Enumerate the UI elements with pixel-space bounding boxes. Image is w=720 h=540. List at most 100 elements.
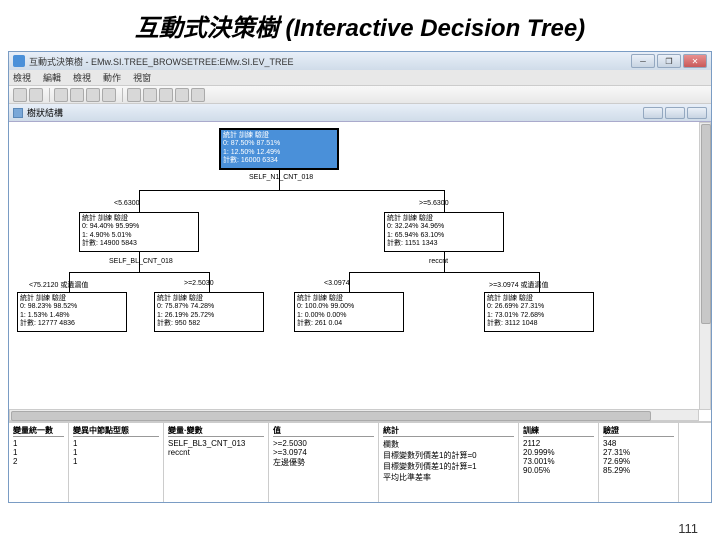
toolbar-button[interactable]: [54, 88, 68, 102]
node-row: 0: 75.87% 74.28%: [157, 303, 261, 311]
canvas-scrollbar-vertical[interactable]: [699, 122, 711, 410]
node-row: 1: 26.19% 25.72%: [157, 312, 261, 320]
menubar: 檢視 編輯 檢視 動作 視窗: [9, 70, 711, 86]
panel-min-button[interactable]: [643, 107, 663, 119]
toolbar-button[interactable]: [86, 88, 100, 102]
menu-item[interactable]: 編輯: [43, 71, 61, 84]
canvas-scrollbar-horizontal[interactable]: [9, 409, 699, 421]
stats-panel: 變量統一數 1 1 2 變異中節點型態 1 1 1 變量·變數 SELF_BL3…: [9, 422, 711, 502]
stats-cell: 90.05%: [523, 466, 594, 475]
tree-leaf[interactable]: 統計 訓練 驗證 0: 75.87% 74.28% 1: 26.19% 25.7…: [154, 292, 264, 332]
stats-cell: 348: [603, 439, 674, 448]
minimize-button[interactable]: ─: [631, 54, 655, 68]
tree-canvas[interactable]: 統計 訓練 驗證 0: 87.50% 87.51% 1: 12.50% 12.4…: [9, 122, 711, 422]
node-header: 統計 訓練 驗證: [82, 215, 196, 223]
stats-cell: 72.69%: [603, 457, 674, 466]
stats-cell: 目標變數列價差1的計算=1: [383, 461, 514, 472]
app-icon: [13, 55, 25, 67]
stats-header: 變量·變數: [168, 425, 264, 437]
stats-cell: 2: [13, 457, 64, 466]
stats-header: 變異中節點型態: [73, 425, 159, 437]
page-number: 111: [678, 521, 698, 536]
node-row: 1: 0.00% 0.00%: [297, 312, 401, 320]
node-row: 1: 1.53% 1.48%: [20, 312, 124, 320]
stats-header: 值: [273, 425, 374, 437]
toolbar-button[interactable]: [70, 88, 84, 102]
stats-cell: 1: [73, 457, 159, 466]
split-condition: >=2.5030: [184, 280, 214, 287]
node-row: 1: 73.01% 72.68%: [487, 312, 591, 320]
stats-header: 驗證: [603, 425, 674, 437]
tree-leaf[interactable]: 統計 訓練 驗證 0: 26.69% 27.31% 1: 73.01% 72.6…: [484, 292, 594, 332]
tree-node[interactable]: 統計 訓練 驗證 0: 32.24% 34.96% 1: 65.94% 63.1…: [384, 212, 504, 252]
split-condition: >=5.6300: [419, 200, 449, 207]
node-row: 0: 26.69% 27.31%: [487, 303, 591, 311]
toolbar-button[interactable]: [159, 88, 173, 102]
split-condition: <75.2120 或遺漏值: [29, 280, 88, 290]
toolbar: [9, 86, 711, 104]
node-header: 統計 訓練 驗證: [387, 215, 501, 223]
tree-link: [349, 272, 539, 273]
node-count: 計數: 3112 1048: [487, 320, 591, 328]
node-header: 統計 訓練 驗證: [297, 295, 401, 303]
node-count: 計數: 12777 4836: [20, 320, 124, 328]
separator: [49, 88, 50, 102]
toolbar-button[interactable]: [13, 88, 27, 102]
node-row: 0: 100.0% 99.00%: [297, 303, 401, 311]
node-count: 計數: 1151 1343: [387, 240, 501, 248]
page-title: 互動式決策樹 (Interactive Decision Tree): [0, 0, 720, 51]
panel-icon: [13, 108, 23, 118]
toolbar-button[interactable]: [175, 88, 189, 102]
split-condition: <3.0974: [324, 280, 350, 287]
node-row: 0: 94.40% 95.99%: [82, 223, 196, 231]
separator: [122, 88, 123, 102]
split-variable: reccnt: [429, 258, 448, 265]
tree-link: [69, 272, 209, 273]
app-window: 互動式決策樹 - EMw.SI.TREE_BROWSETREE:EMw.SI.E…: [8, 51, 712, 503]
stats-cell: 27.31%: [603, 448, 674, 457]
node-header: 統計 訓練 驗證: [157, 295, 261, 303]
tree-link: [279, 170, 280, 190]
stats-cell: >=2.5030: [273, 439, 374, 448]
node-count: 計數: 16000 6334: [223, 157, 335, 165]
stats-cell: >=3.0974: [273, 448, 374, 457]
toolbar-button[interactable]: [127, 88, 141, 102]
split-variable: SELF_N1_CNT_018: [249, 174, 313, 181]
stats-cell: 欄數: [383, 439, 514, 450]
inner-titlebar: 樹狀結構: [9, 104, 711, 122]
node-header: 統計 訓練 驗證: [20, 295, 124, 303]
node-row: 0: 87.50% 87.51%: [223, 140, 335, 148]
tree-leaf[interactable]: 統計 訓練 驗證 0: 100.0% 99.00% 1: 0.00% 0.00%…: [294, 292, 404, 332]
toolbar-button[interactable]: [102, 88, 116, 102]
node-row: 1: 4.90% 5.01%: [82, 232, 196, 240]
tree-node[interactable]: 統計 訓練 驗證 0: 94.40% 95.99% 1: 4.90% 5.01%…: [79, 212, 199, 252]
stats-cell: 1: [13, 448, 64, 457]
tree-node-root[interactable]: 統計 訓練 驗證 0: 87.50% 87.51% 1: 12.50% 12.4…: [219, 128, 339, 170]
toolbar-button[interactable]: [29, 88, 43, 102]
stats-cell: 左邊優勢: [273, 457, 374, 468]
stats-cell: 1: [13, 439, 64, 448]
stats-header: 訓練: [523, 425, 594, 437]
stats-cell: 2112: [523, 439, 594, 448]
maximize-button[interactable]: ❐: [657, 54, 681, 68]
titlebar: 互動式決策樹 - EMw.SI.TREE_BROWSETREE:EMw.SI.E…: [9, 52, 711, 70]
split-condition: <5.6300: [114, 200, 140, 207]
stats-cell: 1: [73, 439, 159, 448]
menu-item[interactable]: 視窗: [133, 71, 151, 84]
panel-close-button[interactable]: [687, 107, 707, 119]
stats-header: 統計: [383, 425, 514, 437]
window-title: 互動式決策樹 - EMw.SI.TREE_BROWSETREE:EMw.SI.E…: [29, 55, 294, 68]
toolbar-button[interactable]: [191, 88, 205, 102]
menu-item[interactable]: 檢視: [73, 71, 91, 84]
menu-item[interactable]: 檢視: [13, 71, 31, 84]
node-count: 計數: 261 0.04: [297, 320, 401, 328]
tree-leaf[interactable]: 統計 訓練 驗證 0: 98.23% 98.52% 1: 1.53% 1.48%…: [17, 292, 127, 332]
panel-max-button[interactable]: [665, 107, 685, 119]
node-count: 計數: 14900 5843: [82, 240, 196, 248]
split-condition: >=3.0974 或遺漏值: [489, 280, 549, 290]
node-row: 1: 12.50% 12.49%: [223, 149, 335, 157]
close-button[interactable]: ✕: [683, 54, 707, 68]
toolbar-button[interactable]: [143, 88, 157, 102]
node-row: 1: 65.94% 63.10%: [387, 232, 501, 240]
menu-item[interactable]: 動作: [103, 71, 121, 84]
